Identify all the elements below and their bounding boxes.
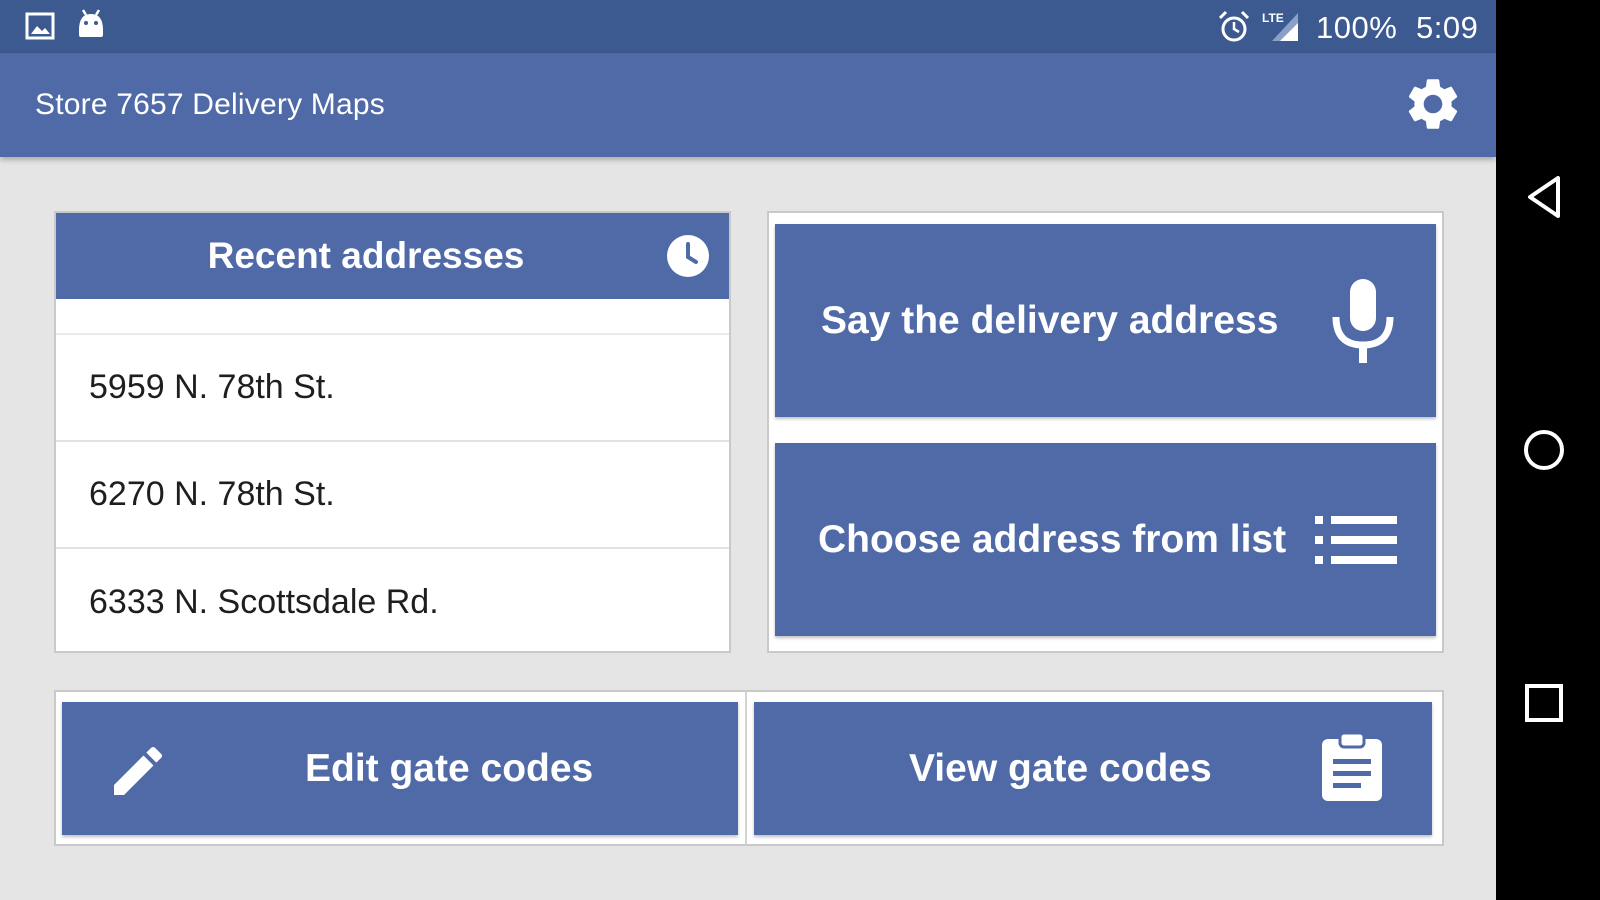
recent-addresses-card: Recent addresses 5959 N. 78th St. 6270 N… [54,211,731,653]
app-bar: Store 7657 Delivery Maps [0,53,1496,157]
gate-codes-card: Edit gate codes View gate codes [54,690,1444,846]
divider [745,692,747,844]
lte-signal-icon: LTE [1262,9,1300,48]
app-screen: LTE 100% 5:09 Store 7657 Delivery Maps R… [0,0,1496,900]
list-item[interactable]: 6270 N. 78th St. [56,442,729,549]
list-item[interactable]: 6333 N. Scottsdale Rd. [56,549,729,656]
gear-icon[interactable] [1402,73,1464,140]
status-bar: LTE 100% 5:09 [0,0,1496,53]
android-icon [76,8,106,45]
view-gate-codes-label: View gate codes [909,747,1212,790]
list-icon [1315,516,1397,569]
home-circle-icon[interactable] [1522,425,1572,480]
image-icon [25,12,55,45]
recents-square-icon[interactable] [1522,678,1572,733]
edit-gate-codes-label: Edit gate codes [305,747,594,790]
pencil-icon [106,739,170,808]
microphone-icon [1330,277,1396,372]
list-item[interactable]: 5959 N. 78th St. [56,335,729,442]
clipboard-icon [1320,731,1384,808]
clock-time: 5:09 [1416,10,1479,45]
list-spacer [56,299,729,335]
recent-addresses-header: Recent addresses [56,213,729,299]
say-address-label: Say the delivery address [821,299,1279,342]
alarm-icon [1218,10,1250,49]
choose-address-button[interactable]: Choose address from list [775,443,1436,636]
network-label: LTE [1262,11,1284,25]
app-title: Store 7657 Delivery Maps [35,88,385,121]
clock-icon[interactable] [665,233,711,284]
back-triangle-icon[interactable] [1522,172,1572,227]
navigation-bar [1496,0,1600,900]
edit-gate-codes-button[interactable]: Edit gate codes [62,702,738,835]
view-gate-codes-button[interactable]: View gate codes [754,702,1432,835]
address-actions-card: Say the delivery address Choose address … [767,211,1444,653]
recent-addresses-list: 5959 N. 78th St. 6270 N. 78th St. 6333 N… [56,299,729,656]
say-address-button[interactable]: Say the delivery address [775,224,1436,417]
battery-percent: 100% [1316,10,1398,45]
recent-addresses-title: Recent addresses [207,235,525,276]
choose-address-label: Choose address from list [818,518,1287,561]
